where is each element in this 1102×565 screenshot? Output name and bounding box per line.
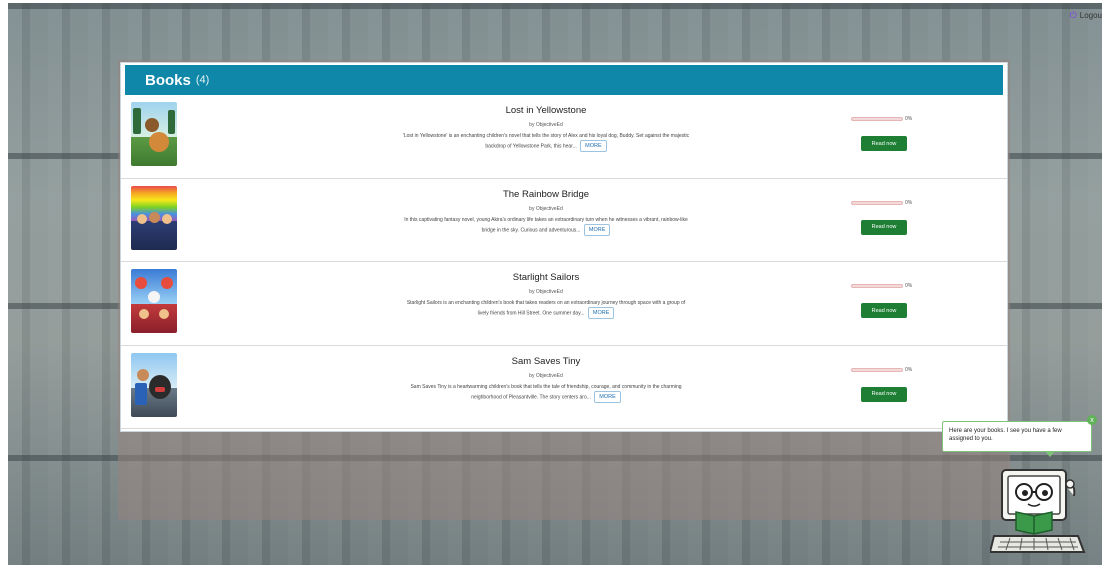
reading-progress: 0% — [851, 115, 915, 123]
book-author: by ObjectiveEd — [529, 289, 563, 295]
book-title: Lost in Yellowstone — [505, 105, 587, 116]
progress-label: 0% — [905, 116, 913, 122]
book-title: Starlight Sailors — [512, 272, 580, 283]
book-description: In this captivating fantasy novel, young… — [401, 216, 691, 236]
book-info: The Rainbow Bridge by ObjectiveEd In thi… — [401, 189, 691, 236]
book-description-text: In this captivating fantasy novel, young… — [404, 216, 688, 233]
book-author: by ObjectiveEd — [529, 122, 563, 128]
book-cover-image[interactable] — [131, 102, 177, 166]
read-now-button[interactable]: Read now — [861, 303, 907, 318]
progress-bar — [851, 117, 903, 121]
reading-progress: 0% — [851, 366, 915, 374]
reading-progress: 0% — [851, 282, 915, 290]
progress-label: 0% — [905, 283, 913, 289]
assistant-speech-bubble: Here are your books. I see you have a fe… — [942, 421, 1092, 457]
more-button[interactable]: MORE — [580, 140, 607, 152]
books-list-container: Books (4) Lost in Yellowstone by Objecti… — [120, 62, 1008, 432]
more-button[interactable]: MORE — [594, 390, 621, 403]
book-cover-image[interactable] — [131, 352, 177, 417]
book-description: 'Lost in Yellowstone' is an enchanting c… — [401, 132, 691, 152]
book-author: by ObjectiveEd — [529, 372, 563, 379]
book-row: Sam Saves Tiny by ObjectiveEd Sam Saves … — [121, 346, 1007, 429]
more-button[interactable]: MORE — [587, 307, 615, 319]
books-panel: Books (4) Lost in Yellowstone by Objecti… — [118, 60, 1010, 520]
progress-label: 0% — [905, 199, 913, 206]
book-cover-image[interactable] — [131, 269, 177, 333]
book-description-text: Starlight Sailors is an enchanting child… — [406, 300, 686, 317]
book-description: Sam Saves Tiny is a heartwarming childre… — [401, 383, 691, 403]
logout-link[interactable]: ⏻ Logou — [1070, 10, 1102, 21]
book-title: The Rainbow Bridge — [502, 188, 590, 200]
book-description: Starlight Sailors is an enchanting child… — [401, 299, 691, 319]
book-row: Starlight Sailors by ObjectiveEd Starlig… — [121, 262, 1007, 346]
book-description-text: Sam Saves Tiny is a heartwarming childre… — [410, 383, 682, 400]
book-info: Starlight Sailors by ObjectiveEd Starlig… — [401, 272, 691, 319]
more-button[interactable]: MORE — [583, 223, 611, 236]
book-title: Sam Saves Tiny — [511, 355, 581, 367]
progress-bar — [851, 200, 903, 205]
read-now-button[interactable]: Read now — [861, 136, 907, 151]
assistant-message: Here are your books. I see you have a fe… — [949, 428, 1062, 442]
close-icon[interactable]: x — [1087, 415, 1097, 425]
progress-bar — [851, 284, 903, 288]
books-count: (4) — [195, 74, 210, 86]
progress-label: 0% — [905, 366, 913, 373]
book-info: Lost in Yellowstone by ObjectiveEd 'Lost… — [401, 105, 691, 152]
book-cover-image[interactable] — [131, 185, 177, 250]
reading-progress: 0% — [851, 199, 915, 207]
progress-bar — [851, 367, 903, 372]
logout-label: Logou — [1079, 11, 1102, 20]
book-info: Sam Saves Tiny by ObjectiveEd Sam Saves … — [401, 356, 691, 403]
read-now-button[interactable]: Read now — [861, 219, 907, 235]
power-icon: ⏻ — [1069, 10, 1077, 20]
books-header: Books (4) — [125, 65, 1003, 95]
book-row: The Rainbow Bridge by ObjectiveEd In thi… — [121, 179, 1007, 262]
book-row: Lost in Yellowstone by ObjectiveEd 'Lost… — [121, 95, 1007, 179]
book-author: by ObjectiveEd — [529, 205, 563, 212]
page-title: Books — [145, 71, 191, 89]
read-now-button[interactable]: Read now — [861, 386, 907, 402]
book-description-text: 'Lost in Yellowstone' is an enchanting c… — [402, 133, 690, 150]
book-reading-computer-mascot-icon[interactable] — [988, 464, 1086, 560]
